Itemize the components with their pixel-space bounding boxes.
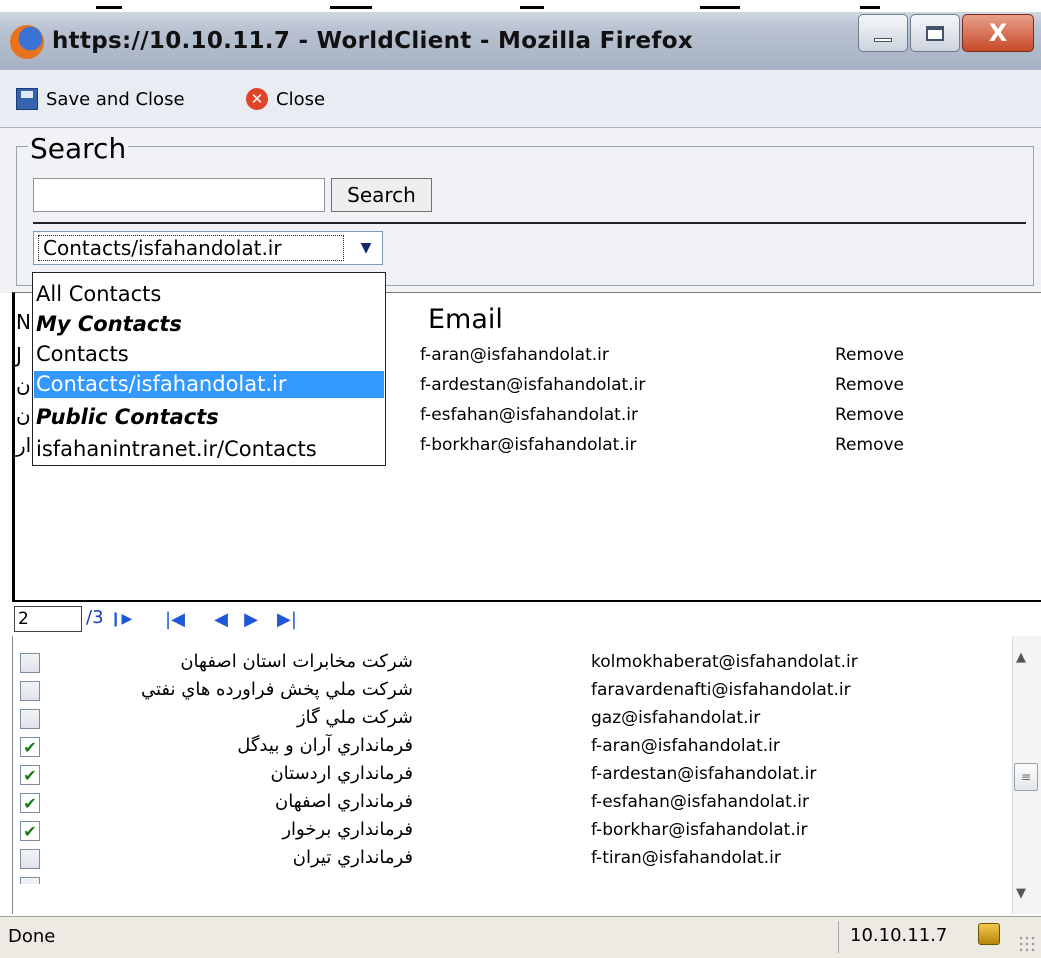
column-header-fragment: N [16,310,31,334]
folder-select-value: Contacts/isfahandolat.ir [38,235,344,261]
prev-page-icon[interactable]: ◀ [210,606,232,632]
recipient-name: شركت ملي پخش فراورده هاي نفتي [140,679,413,700]
minimize-icon [874,38,892,42]
go-page-icon[interactable]: ❙▶ [110,606,133,632]
folder-select[interactable]: Contacts/isfahandolat.ir ▼ [33,231,383,265]
list-item-partial [13,636,1013,646]
remove-link[interactable]: Remove [835,435,904,455]
status-host: 10.10.11.7 [850,925,948,946]
contact-email: f-ardestan@isfahandolat.ir [420,375,646,395]
next-page-icon[interactable]: ▶ [240,606,262,632]
recipient-checkbox-checked[interactable]: ✔ [20,737,40,757]
recipient-email: f-tiran@isfahandolat.ir [591,848,781,868]
recipients-list[interactable]: شركت مخابرات استان اصفهان kolmokhaberat@… [12,636,1041,914]
recipient-name: فرمانداري برخوار [282,819,413,840]
scroll-up-icon[interactable]: ▲ [1016,650,1026,665]
firefox-logo-icon [10,25,44,59]
cell-fragment: ن [16,373,31,397]
divider [33,222,1026,224]
search-button[interactable]: Search [331,178,432,212]
remove-link[interactable]: Remove [835,405,904,425]
folder-option-isfahandolat[interactable]: Contacts/isfahandolat.ir [34,371,384,398]
pager [0,602,1041,636]
list-item[interactable]: ✔ فرمانداري برخوار f-borkhar@isfahandola… [13,818,1013,845]
folder-group-my-contacts: My Contacts [36,312,182,336]
save-and-close-label: Save and Close [46,88,185,110]
recipient-checkbox[interactable] [20,877,40,884]
search-input[interactable] [33,178,325,212]
recipient-checkbox-checked[interactable]: ✔ [20,821,40,841]
recipient-checkbox[interactable] [20,653,40,673]
status-separator [838,921,839,953]
email-column-header: Email [428,304,503,335]
scroll-thumb[interactable]: ≡ [1014,763,1038,791]
recipient-checkbox-checked[interactable]: ✔ [20,765,40,785]
recipient-email: f-aran@isfahandolat.ir [591,736,780,756]
status-text: Done [8,926,56,947]
recipient-checkbox[interactable] [20,709,40,729]
list-item[interactable]: فرمانداري تيران f-tiran@isfahandolat.ir [13,846,1013,873]
page-total: /3 [86,607,104,628]
list-item-partial [13,874,1013,884]
recipient-name: فرمانداري اردستان [270,763,413,784]
close-label: Close [276,88,326,110]
recipient-checkbox-checked[interactable]: ✔ [20,793,40,813]
search-fieldset [16,146,1034,286]
recipient-name: فرمانداري آران و بيدگل [237,735,413,756]
scroll-down-icon[interactable]: ▼ [1016,886,1026,901]
floppy-disk-icon [16,88,38,110]
folder-option-intranet[interactable]: isfahanintranet.ir/Contacts [34,436,384,463]
save-and-close-button[interactable]: Save and Close [16,86,185,112]
maximize-button[interactable] [910,14,960,52]
remove-link[interactable]: Remove [835,375,904,395]
first-page-icon[interactable]: |◀ [164,606,186,632]
recipient-email: f-esfahan@isfahandolat.ir [591,792,809,812]
folder-option-contacts[interactable]: Contacts [34,341,384,368]
recipient-email: kolmokhaberat@isfahandolat.ir [591,652,858,672]
last-page-icon[interactable]: ▶| [276,606,298,632]
contact-email: f-esfahan@isfahandolat.ir [420,405,638,425]
top-strip [0,0,1041,12]
recipient-name: فرمانداري اصفهان [274,791,413,812]
folder-option-all-contacts[interactable]: All Contacts [34,281,384,308]
list-item[interactable]: ✔ فرمانداري اصفهان f-esfahan@isfahandola… [13,790,1013,817]
window-close-button[interactable]: X [962,14,1034,52]
recipient-checkbox[interactable] [20,849,40,869]
close-button[interactable]: ✕ Close [246,86,325,112]
recipient-email: f-ardestan@isfahandolat.ir [591,764,817,784]
window-title: https://10.10.11.7 - WorldClient - Mozil… [52,28,693,54]
folder-group-public-contacts: Public Contacts [36,405,219,429]
recipient-checkbox[interactable] [20,681,40,701]
search-legend: Search [28,132,129,165]
recipient-name: شركت ملي گاز [296,707,413,728]
close-circle-icon: ✕ [246,88,268,110]
close-icon: X [988,19,1008,47]
recipient-name: شركت مخابرات استان اصفهان [180,651,413,672]
contact-email: f-borkhar@isfahandolat.ir [420,435,637,455]
cell-fragment: ار [16,433,32,457]
list-item[interactable]: ✔ فرمانداري آران و بيدگل f-aran@isfahand… [13,734,1013,761]
recipient-name: فرمانداري تيران [292,847,413,868]
recipient-email: gaz@isfahandolat.ir [591,708,761,728]
maximize-icon [926,25,944,41]
folder-dropdown-list: All Contacts My Contacts Contacts Contac… [32,272,386,466]
recipient-email: faravardenafti@isfahandolat.ir [591,680,851,700]
list-item[interactable]: شركت ملي گاز gaz@isfahandolat.ir [13,706,1013,733]
contact-email: f-aran@isfahandolat.ir [420,345,609,365]
list-item[interactable]: شركت ملي پخش فراورده هاي نفتي faravarden… [13,678,1013,705]
cell-fragment: J [16,343,22,367]
lock-icon[interactable] [978,923,1000,945]
resize-grip-icon[interactable] [1018,935,1036,953]
list-item[interactable]: ✔ فرمانداري اردستان f-ardestan@isfahando… [13,762,1013,789]
cell-fragment: ن [16,403,31,427]
minimize-button[interactable] [858,14,908,52]
chevron-down-icon[interactable]: ▼ [351,233,381,263]
page-number-input[interactable] [14,606,82,632]
recipient-email: f-borkhar@isfahandolat.ir [591,820,808,840]
remove-link[interactable]: Remove [835,345,904,365]
list-item[interactable]: شركت مخابرات استان اصفهان kolmokhaberat@… [13,650,1013,677]
